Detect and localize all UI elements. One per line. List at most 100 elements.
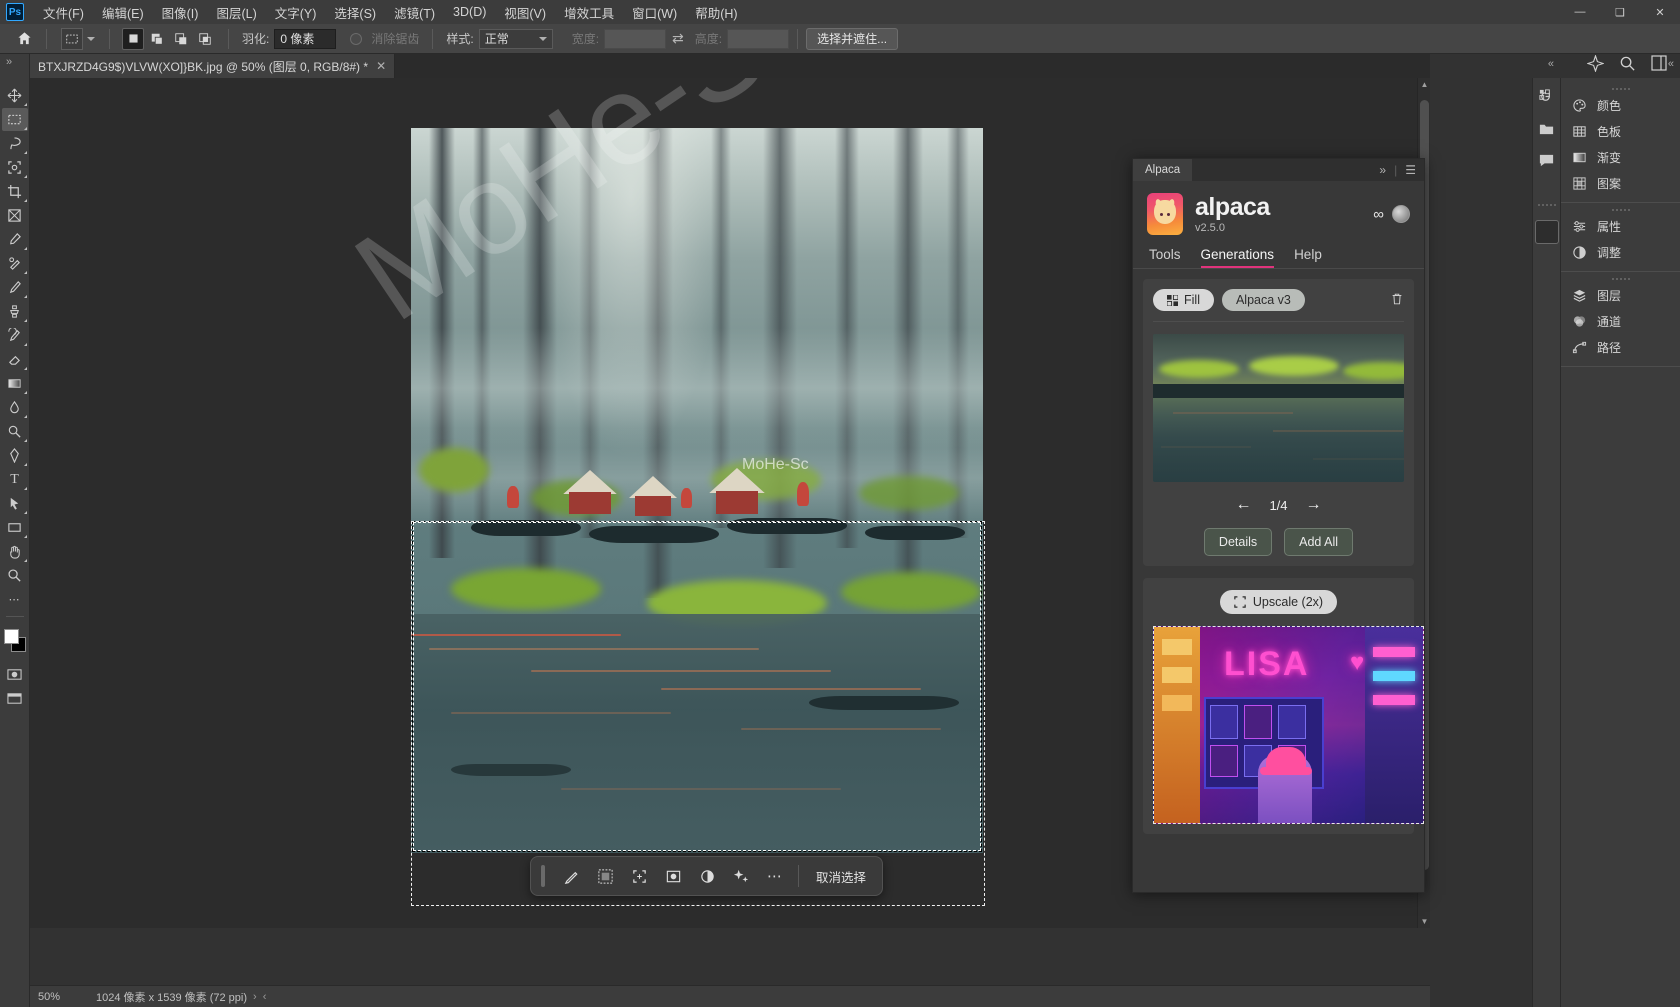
panel-item-paths[interactable]: 路径 <box>1561 334 1680 360</box>
menu-layer[interactable]: 图层(L) <box>207 0 265 25</box>
generation-type-chip[interactable]: Fill <box>1153 289 1214 311</box>
intersect-selection-button[interactable] <box>194 28 216 50</box>
tool-preset-picker[interactable] <box>55 28 101 50</box>
deselect-button[interactable]: 取消选择 <box>806 867 876 886</box>
alpaca-panel-tab[interactable]: Alpaca <box>1133 159 1192 181</box>
panel-item-layers[interactable]: 图层 <box>1561 282 1680 308</box>
tab-tools[interactable]: Tools <box>1149 247 1181 268</box>
tool-gradient[interactable] <box>2 372 28 395</box>
menu-image[interactable]: 图像(I) <box>153 0 208 25</box>
close-icon[interactable]: ✕ <box>376 59 386 73</box>
history-icon[interactable] <box>1536 86 1558 106</box>
details-button[interactable]: Details <box>1204 528 1272 556</box>
tool-path-selection[interactable] <box>2 492 28 515</box>
generation-preview-image[interactable] <box>1153 334 1404 482</box>
style-select[interactable]: 正常 <box>479 29 553 49</box>
foreground-color-swatch[interactable] <box>1535 220 1559 244</box>
tool-rectangle[interactable] <box>2 516 28 539</box>
search-icon[interactable] <box>1612 50 1642 76</box>
image-canvas[interactable] <box>411 128 983 853</box>
zoom-level[interactable]: 50% <box>30 991 90 1003</box>
menu-plugins[interactable]: 增效工具 <box>555 0 623 25</box>
tool-pen[interactable] <box>2 444 28 467</box>
tool-lasso[interactable] <box>2 132 28 155</box>
previous-generation-button[interactable]: ← <box>1235 496 1251 514</box>
panel-item-color[interactable]: 颜色 <box>1561 92 1680 118</box>
add-to-selection-button[interactable] <box>146 28 168 50</box>
tool-clone-stamp[interactable] <box>2 300 28 323</box>
quick-mask-toggle[interactable] <box>2 663 28 686</box>
tool-dodge[interactable] <box>2 420 28 443</box>
next-generation-button[interactable]: → <box>1306 496 1322 514</box>
panel-item-properties[interactable]: 属性 <box>1561 213 1680 239</box>
swap-icon[interactable]: ⇄ <box>666 30 690 47</box>
tab-generations[interactable]: Generations <box>1201 247 1275 268</box>
tab-help[interactable]: Help <box>1294 247 1322 268</box>
tool-crop[interactable] <box>2 180 28 203</box>
panel-item-patterns[interactable]: 图案 <box>1561 170 1680 196</box>
minimize-button[interactable]: — <box>1560 0 1600 24</box>
select-subject-button[interactable] <box>555 861 587 891</box>
antialias-checkbox[interactable] <box>350 33 362 45</box>
menu-view[interactable]: 视图(V) <box>495 0 555 25</box>
tool-eyedropper[interactable] <box>2 228 28 251</box>
libraries-icon[interactable] <box>1536 118 1558 138</box>
close-button[interactable]: ✕ <box>1640 0 1680 24</box>
tool-zoom[interactable] <box>2 564 28 587</box>
status-collapse-arrow[interactable]: ‹ <box>263 991 267 1003</box>
collapse-right-panel-icon[interactable]: « <box>1668 58 1674 70</box>
mask-button[interactable] <box>657 861 689 891</box>
menu-type[interactable]: 文字(Y) <box>266 0 326 25</box>
collapse-panels-icon[interactable]: « <box>1548 58 1554 70</box>
feather-input[interactable]: 0 像素 <box>274 29 336 49</box>
tool-hand[interactable] <box>2 540 28 563</box>
tool-object-selection[interactable] <box>2 156 28 179</box>
adjustment-button[interactable] <box>691 861 723 891</box>
document-tab[interactable]: BTXJRZD4G9$)VLVW(XO]}BK.jpg @ 50% (图层 0,… <box>30 54 395 78</box>
collapse-panel-icon[interactable]: » <box>1379 163 1386 177</box>
tool-history-brush[interactable] <box>2 324 28 347</box>
panel-item-channels[interactable]: 通道 <box>1561 308 1680 334</box>
drag-handle[interactable] <box>1537 202 1557 208</box>
drag-handle[interactable] <box>541 865 545 887</box>
tool-eraser[interactable] <box>2 348 28 371</box>
menu-file[interactable]: 文件(F) <box>34 0 93 25</box>
add-all-button[interactable]: Add All <box>1284 528 1353 556</box>
width-input[interactable] <box>604 29 666 49</box>
upscale-button[interactable]: Upscale (2x) <box>1220 590 1337 614</box>
more-options-button[interactable]: ⋯ <box>759 861 791 891</box>
home-icon[interactable] <box>10 25 38 53</box>
panel-item-adjustments[interactable]: 调整 <box>1561 239 1680 265</box>
status-expand-arrow[interactable]: › <box>253 991 257 1003</box>
select-and-mask-button[interactable]: 选择并遮住... <box>806 28 898 50</box>
avatar[interactable] <box>1392 205 1410 223</box>
height-input[interactable] <box>727 29 789 49</box>
tool-type[interactable]: T <box>2 468 28 491</box>
maximize-button[interactable]: ❑ <box>1600 0 1640 24</box>
menu-edit[interactable]: 编辑(E) <box>93 0 153 25</box>
menu-help[interactable]: 帮助(H) <box>686 0 746 25</box>
trash-icon[interactable] <box>1390 292 1404 309</box>
tool-frame[interactable] <box>2 204 28 227</box>
panel-menu-icon[interactable]: ☰ <box>1405 163 1416 177</box>
arrange-documents-icon[interactable]: » <box>6 56 12 68</box>
menu-filter[interactable]: 滤镜(T) <box>385 0 444 25</box>
refine-edge-button[interactable] <box>589 861 621 891</box>
color-swatches[interactable] <box>2 627 28 655</box>
upscale-preview-image[interactable]: LISA ♥ <box>1153 626 1424 824</box>
menu-3d[interactable]: 3D(D) <box>444 2 495 22</box>
menu-select[interactable]: 选择(S) <box>325 0 385 25</box>
foreground-color-swatch[interactable] <box>4 629 19 644</box>
scroll-up-arrow[interactable]: ▲ <box>1418 78 1431 91</box>
generative-fill-button[interactable] <box>725 861 757 891</box>
panel-item-swatches[interactable]: 色板 <box>1561 118 1680 144</box>
comments-icon[interactable] <box>1536 150 1558 170</box>
tool-blur[interactable] <box>2 396 28 419</box>
tool-brush[interactable] <box>2 276 28 299</box>
tool-spot-healing-brush[interactable] <box>2 252 28 275</box>
panel-item-gradients[interactable]: 渐变 <box>1561 144 1680 170</box>
screen-mode-toggle[interactable] <box>2 687 28 710</box>
subtract-from-selection-button[interactable] <box>170 28 192 50</box>
tool-edit-toolbar[interactable]: ⋯ <box>2 588 28 611</box>
generation-model-chip[interactable]: Alpaca v3 <box>1222 289 1305 311</box>
